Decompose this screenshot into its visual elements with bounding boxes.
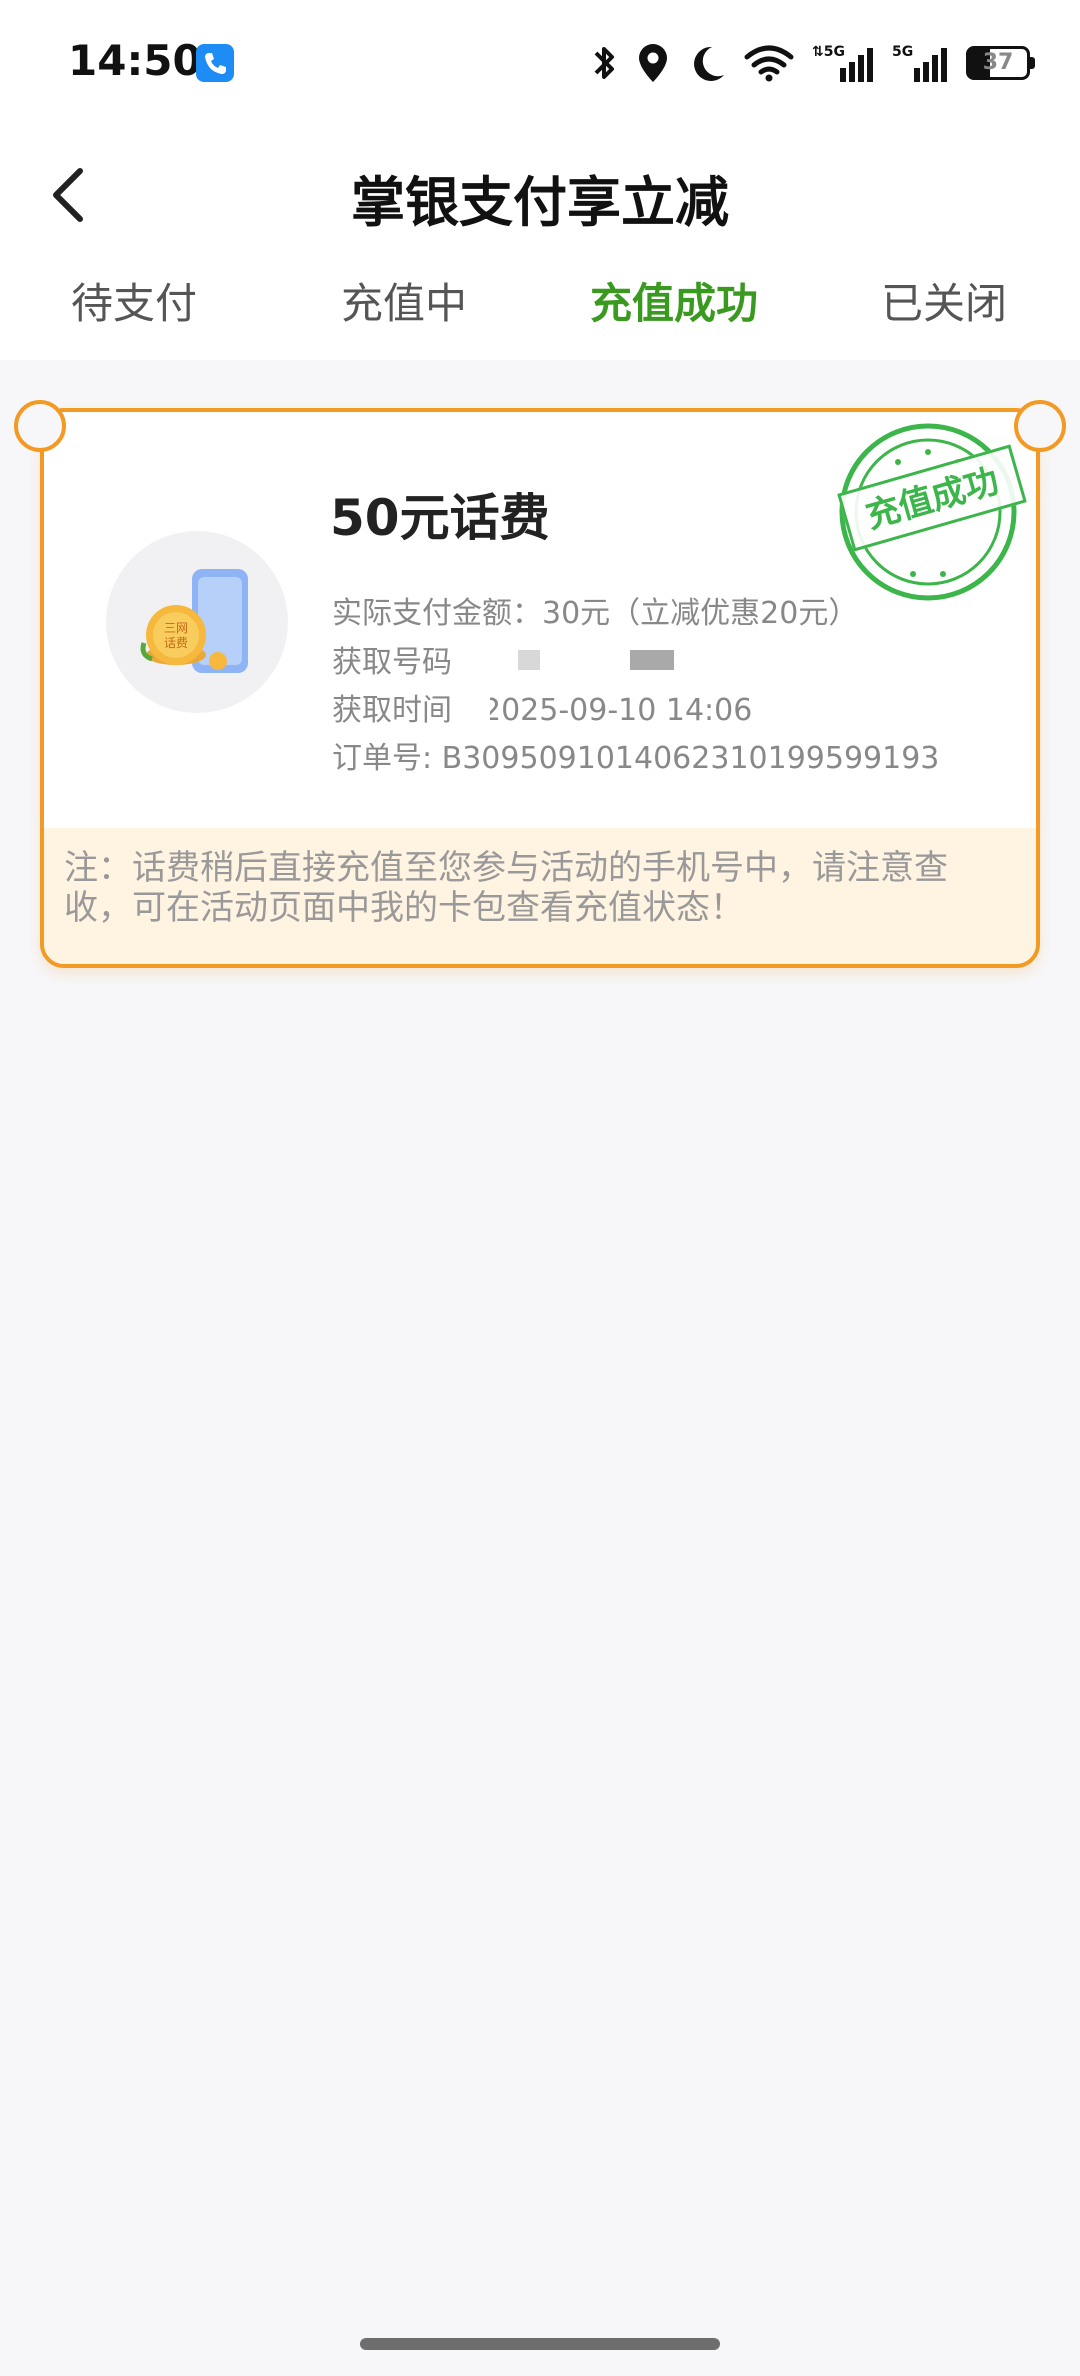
status-bar: 14:50 ⇅5G 5G 37 xyxy=(0,0,1080,120)
moon-icon xyxy=(694,46,724,81)
app-header: 掌银支付享立减 待支付 充值中 充值成功 已关闭 xyxy=(0,120,1080,360)
phone-number-label: 获取号码 xyxy=(332,645,452,680)
order-number: 订单号: B30950910140623101995991​93 xyxy=(332,741,940,776)
product-thumbnail: 三网 话费 xyxy=(106,531,288,713)
svg-text:⇅5G: ⇅5G xyxy=(812,44,845,60)
thumb-badge-line2: 话费 xyxy=(164,636,188,650)
tab-closed[interactable]: 已关闭 xyxy=(881,270,1007,331)
wifi-icon xyxy=(744,45,794,82)
tab-pending-payment[interactable]: 待支付 xyxy=(71,270,197,331)
paid-amount: 实际支付金额：30元（立减优惠20元） xyxy=(332,596,859,631)
obtain-time: 获取时间：2025-09-10 14:06 xyxy=(332,693,753,728)
home-indicator[interactable] xyxy=(360,2338,720,2350)
redacted-block xyxy=(630,650,674,670)
tab-recharge-success[interactable]: 充值成功 xyxy=(590,270,758,331)
redacted-block xyxy=(456,682,490,726)
status-time: 14:50 xyxy=(68,36,202,85)
svg-text:5G: 5G xyxy=(892,44,913,60)
phone-bill-icon: 三网 话费 xyxy=(140,569,248,673)
status-tabs: 待支付 充值中 充值成功 已关闭 xyxy=(0,270,1080,350)
signal-icon: ⇅5G xyxy=(812,44,873,82)
location-icon xyxy=(639,44,667,82)
page-title: 掌银支付享立减 xyxy=(351,171,729,234)
ticket-notch-right xyxy=(1014,400,1066,452)
bluetooth-icon xyxy=(594,47,614,79)
battery-icon: 37 xyxy=(966,46,1035,80)
battery-level: 37 xyxy=(982,50,1014,75)
signal-icon: 5G xyxy=(892,44,947,82)
redacted-block xyxy=(518,650,540,670)
product-title: 50元话费 xyxy=(330,489,550,547)
recharge-note: 注：话费稍后直接充值至您参与活动的手机号中，请注意查收，可在活动页面中我的卡包查… xyxy=(64,848,948,928)
tab-recharging[interactable]: 充值中 xyxy=(341,270,467,331)
ticket-notch-left xyxy=(14,400,66,452)
phone-call-icon xyxy=(196,44,234,82)
thumb-badge-line1: 三网 xyxy=(164,621,188,635)
